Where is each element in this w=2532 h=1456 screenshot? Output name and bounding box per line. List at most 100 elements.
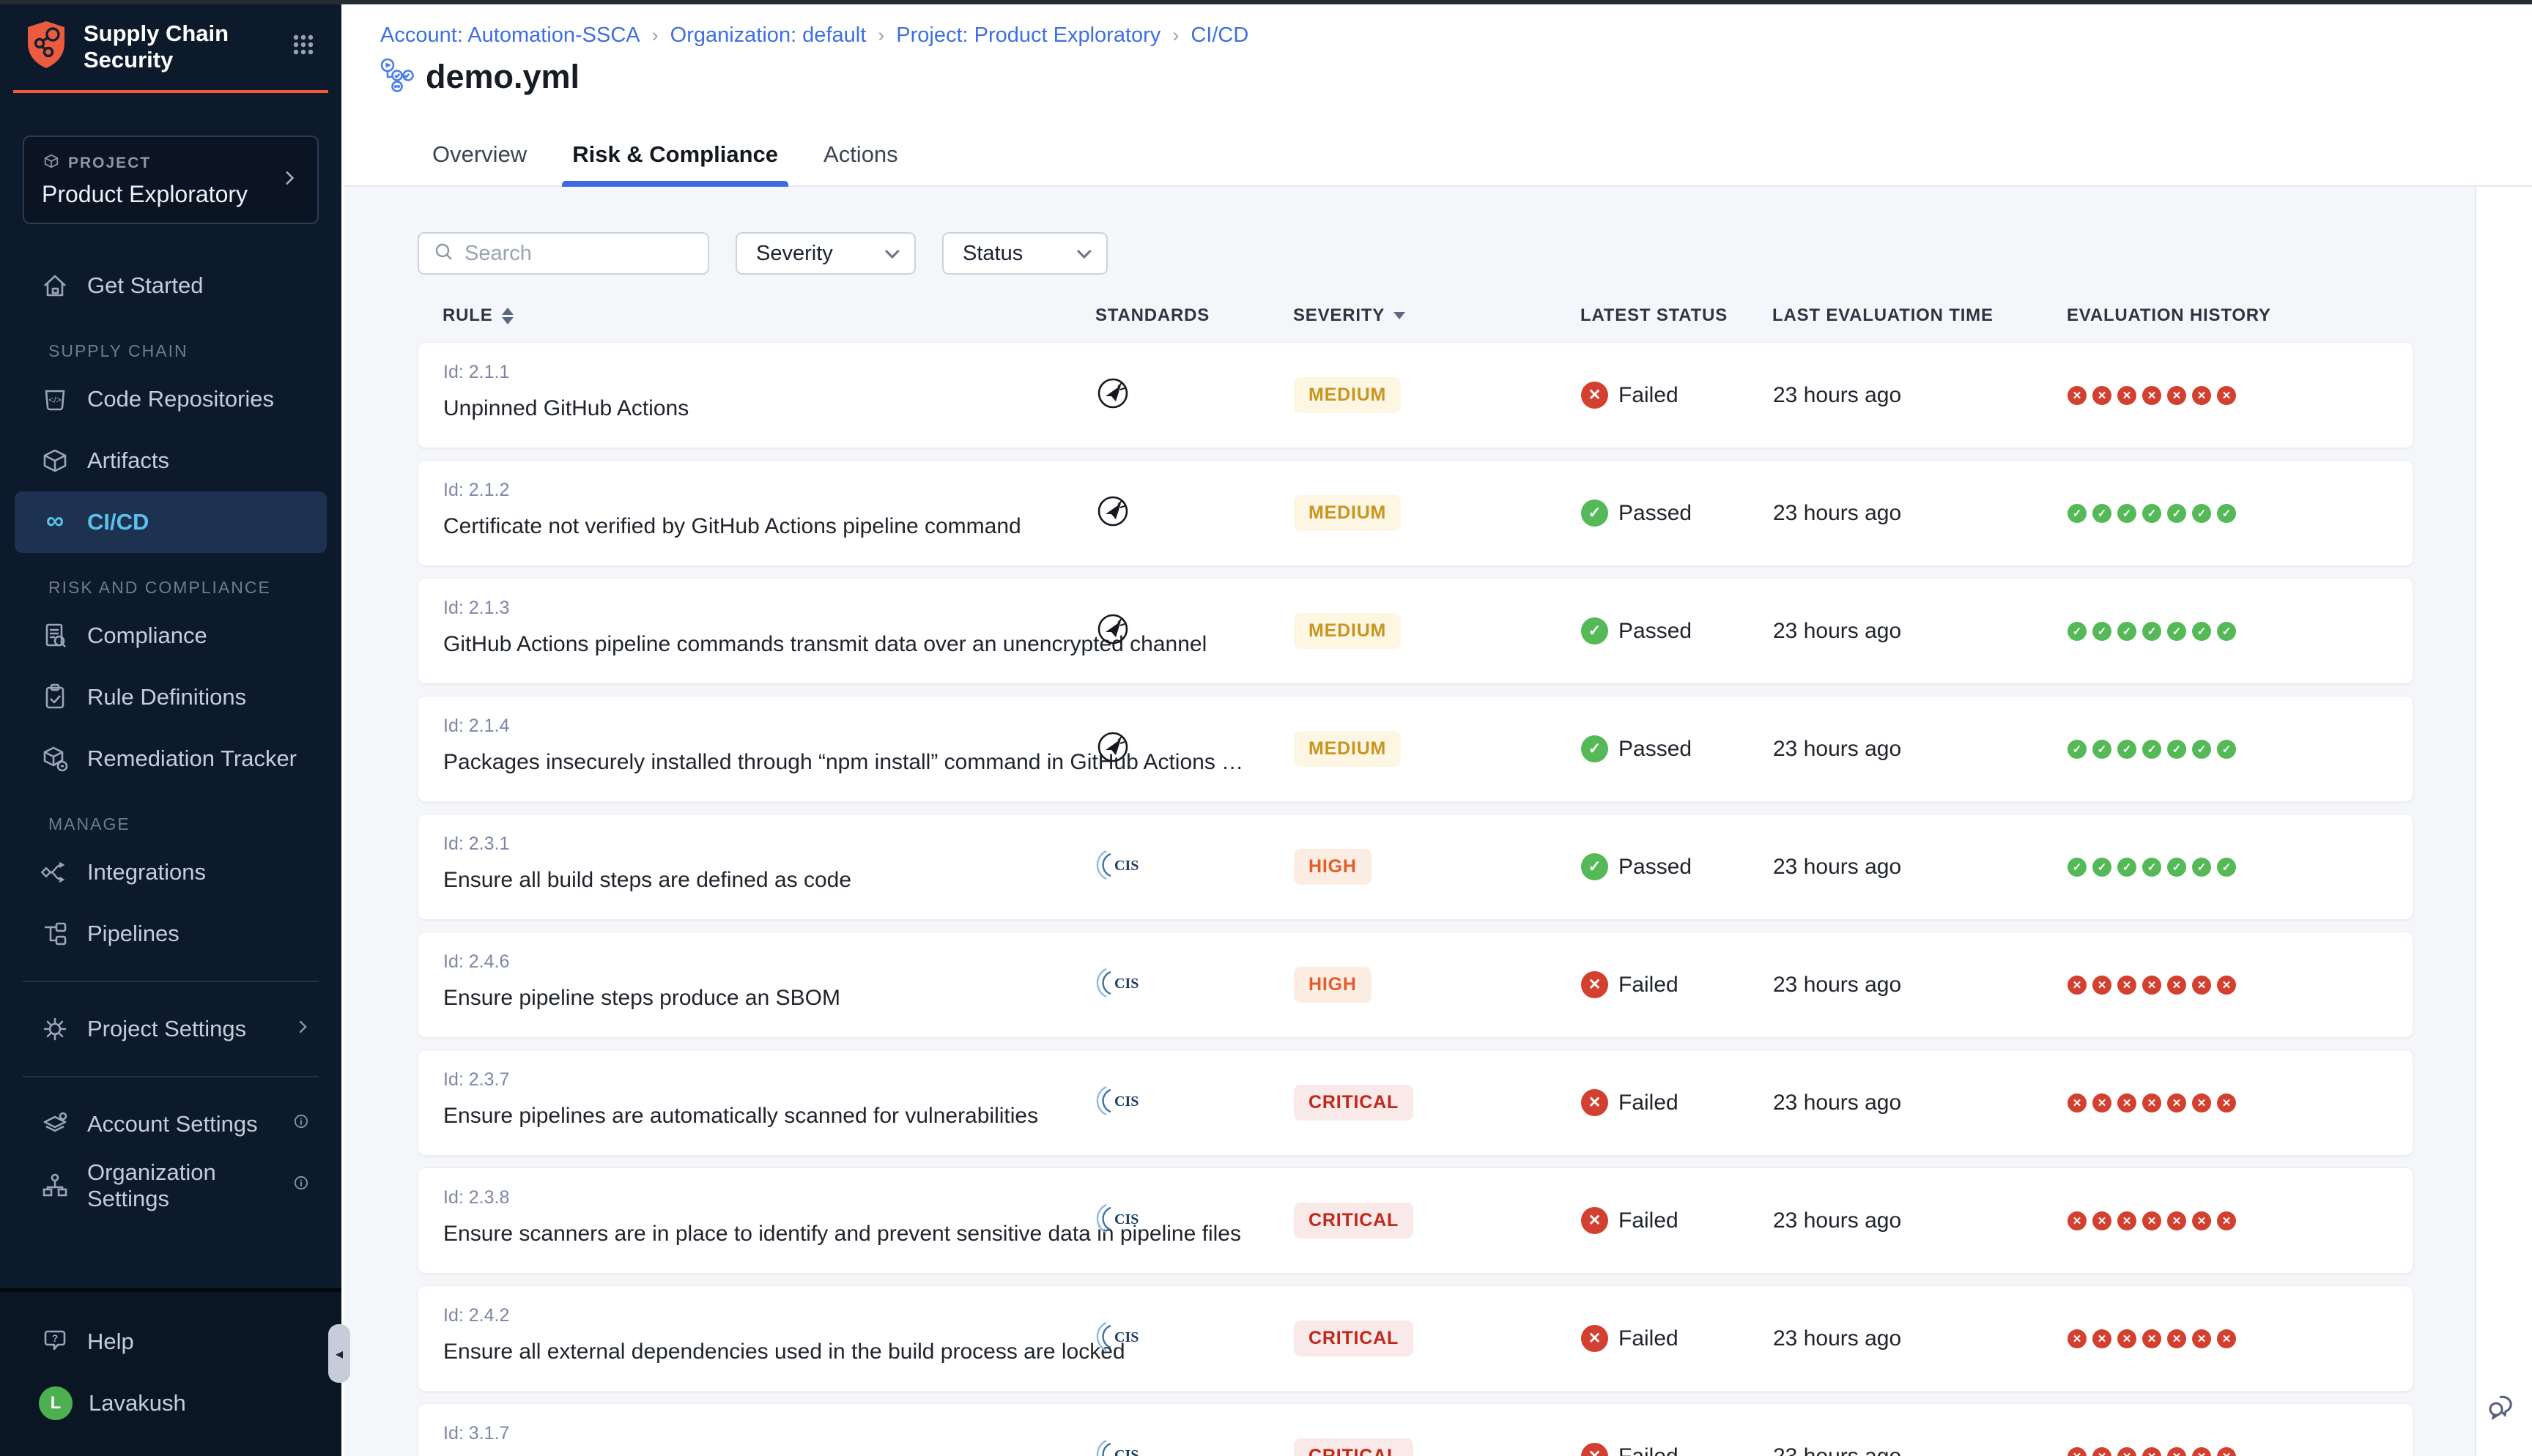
status-passed-icon: ✓ (1581, 617, 1608, 645)
tab-risk-and-compliance[interactable]: Risk & Compliance (566, 141, 784, 187)
sidebar-item-compliance[interactable]: Compliance (0, 605, 341, 666)
status-label: Passed (1618, 855, 1692, 880)
rule-row[interactable]: Id: 2.3.1 Ensure all build steps are def… (418, 814, 2413, 920)
rule-row[interactable]: Id: 2.3.7 Ensure pipelines are automatic… (418, 1050, 2413, 1156)
rule-row[interactable]: Id: 2.4.6 Ensure pipeline steps produce … (418, 932, 2413, 1038)
sidebar-item-get-started[interactable]: Get Started (0, 255, 341, 316)
project-label: PROJECT (68, 155, 151, 172)
last-evaluation-time: 23 hours ago (1773, 737, 2068, 762)
standards-cell (1096, 730, 1294, 768)
rule-id: Id: 2.4.6 (443, 951, 1096, 973)
rule-name: Certificate not verified by GitHub Actio… (443, 514, 1096, 539)
rule-row[interactable]: Id: 2.1.3 GitHub Actions pipeline comman… (418, 578, 2413, 684)
info-icon[interactable] (290, 1110, 312, 1138)
sidebar-item-help[interactable]: ? Help (0, 1311, 341, 1373)
rules-table-body: Id: 2.1.1 Unpinned GitHub Actions MEDIUM… (418, 342, 2413, 1456)
standards-cell: CIS (1096, 1437, 1294, 1456)
sidebar-item-cicd[interactable]: ∞ CI/CD (15, 491, 327, 553)
info-icon[interactable] (290, 1172, 312, 1200)
evaluation-failed-icon: ✕ (2117, 1447, 2136, 1456)
owasp-standard-icon (1096, 376, 1130, 410)
sidebar-item-organization-settings[interactable]: Organization Settings (0, 1155, 341, 1217)
severity-filter-select[interactable]: Severity (736, 232, 916, 275)
code-repository-icon: </> (39, 383, 71, 415)
evaluation-failed-icon: ✕ (2142, 1093, 2161, 1113)
sidebar-item-code-repositories[interactable]: </> Code Repositories (0, 368, 341, 430)
severity-badge: MEDIUM (1294, 495, 1401, 531)
evaluation-passed-icon: ✓ (2092, 622, 2111, 641)
user-menu[interactable]: L Lavakush (0, 1373, 341, 1434)
evaluation-history: ✓✓✓✓✓✓✓ (2068, 740, 2413, 759)
sidebar-item-label: Artifacts (87, 447, 169, 474)
search-input[interactable] (464, 242, 693, 266)
sidebar-item-label: CI/CD (87, 509, 149, 535)
evaluation-failed-icon: ✕ (2167, 1211, 2186, 1230)
sidebar-collapse-handle[interactable]: ◂ (328, 1324, 350, 1383)
rule-row[interactable]: Id: 2.1.2 Certificate not verified by Gi… (418, 460, 2413, 566)
breadcrumb-project-link[interactable]: Project: Product Exploratory (896, 23, 1160, 48)
integrations-branch-icon (39, 856, 71, 888)
evaluation-history: ✕✕✕✕✕✕✕ (2068, 1211, 2413, 1230)
pipeline-dag-icon (379, 57, 414, 96)
gear-icon (39, 1013, 71, 1045)
rule-row[interactable]: Id: 3.1.7 CIS CRITICAL ✕ Failed 23 hours… (418, 1403, 2413, 1456)
rule-cell: Id: 2.3.1 Ensure all build steps are def… (418, 814, 1096, 919)
tab-overview[interactable]: Overview (426, 141, 533, 187)
svg-text:CIS: CIS (1114, 1093, 1139, 1110)
evaluation-failed-icon: ✕ (2167, 1329, 2186, 1348)
evaluation-failed-icon: ✕ (2092, 1093, 2111, 1113)
evaluation-failed-icon: ✕ (2117, 976, 2136, 995)
sidebar-item-label: Remediation Tracker (87, 746, 297, 772)
evaluation-failed-icon: ✕ (2167, 976, 2186, 995)
sidebar-item-artifacts[interactable]: Artifacts (0, 430, 341, 491)
sidebar-item-label: Organization Settings (87, 1159, 274, 1212)
standards-cell: CIS (1096, 1083, 1294, 1122)
rule-row[interactable]: Id: 2.1.4 Packages insecurely installed … (418, 696, 2413, 802)
sidebar-item-project-settings[interactable]: Project Settings (0, 998, 341, 1060)
sidebar-item-integrations[interactable]: Integrations (0, 842, 341, 903)
column-header-rule[interactable]: RULE (418, 305, 1095, 326)
rule-row[interactable]: Id: 2.4.2 Ensure all external dependenci… (418, 1285, 2413, 1392)
app-logo-row: Supply Chain Security (13, 0, 328, 93)
rule-name: Ensure pipelines are automatically scann… (443, 1104, 1096, 1129)
svg-text:</>: </> (48, 395, 61, 405)
sidebar-item-pipelines[interactable]: Pipelines (0, 903, 341, 965)
standards-cell (1096, 376, 1294, 414)
status-passed-icon: ✓ (1581, 853, 1608, 880)
evaluation-history: ✕✕✕✕✕✕✕ (2068, 1329, 2413, 1348)
column-header-severity[interactable]: SEVERITY (1293, 305, 1580, 326)
help-chat-icon: ? (39, 1326, 71, 1358)
last-evaluation-time: 23 hours ago (1773, 501, 2068, 526)
evaluation-failed-icon: ✕ (2192, 976, 2211, 995)
sidebar-nav: Get Started SUPPLY CHAIN </> Code Reposi… (0, 255, 341, 1217)
evaluation-passed-icon: ✓ (2142, 740, 2161, 759)
sidebar-item-remediation-tracker[interactable]: Remediation Tracker (0, 728, 341, 790)
rule-id: Id: 2.1.1 (443, 362, 1096, 383)
breadcrumb-cicd-link[interactable]: CI/CD (1191, 23, 1248, 48)
home-icon (39, 270, 71, 302)
status-cell: ✓ Passed (1581, 853, 1773, 880)
evaluation-failed-icon: ✕ (2217, 1447, 2236, 1456)
cis-standard-icon: CIS (1096, 847, 1144, 883)
standards-cell: CIS (1096, 847, 1294, 886)
status-failed-icon: ✕ (1581, 971, 1608, 998)
sidebar-item-rule-definitions[interactable]: Rule Definitions (0, 666, 341, 728)
scrollbar-gutter (2475, 187, 2532, 1456)
rule-row[interactable]: Id: 2.3.8 Ensure scanners are in place t… (418, 1167, 2413, 1274)
project-selector[interactable]: PROJECT Product Exploratory (23, 135, 319, 224)
sidebar-item-label: Code Repositories (87, 386, 274, 412)
status-failed-icon: ✕ (1581, 1325, 1608, 1352)
sidebar-item-label: Get Started (87, 272, 204, 299)
sidebar-item-account-settings[interactable]: Account Settings (0, 1093, 341, 1155)
project-name: Product Exploratory (42, 181, 248, 208)
breadcrumb-organization-link[interactable]: Organization: default (670, 23, 867, 48)
status-filter-select[interactable]: Status (942, 232, 1108, 275)
tab-actions[interactable]: Actions (818, 141, 904, 187)
feedback-chat-icon[interactable] (2485, 1387, 2522, 1424)
chevron-right-icon (293, 1016, 312, 1042)
breadcrumb-account-link[interactable]: Account: Automation-SSCA (380, 23, 640, 48)
rule-row[interactable]: Id: 2.1.1 Unpinned GitHub Actions MEDIUM… (418, 342, 2413, 448)
evaluation-failed-icon: ✕ (2217, 976, 2236, 995)
app-switcher-grid-icon[interactable] (289, 30, 318, 63)
sidebar: Supply Chain Security PROJECT Product Ex… (0, 0, 341, 1456)
